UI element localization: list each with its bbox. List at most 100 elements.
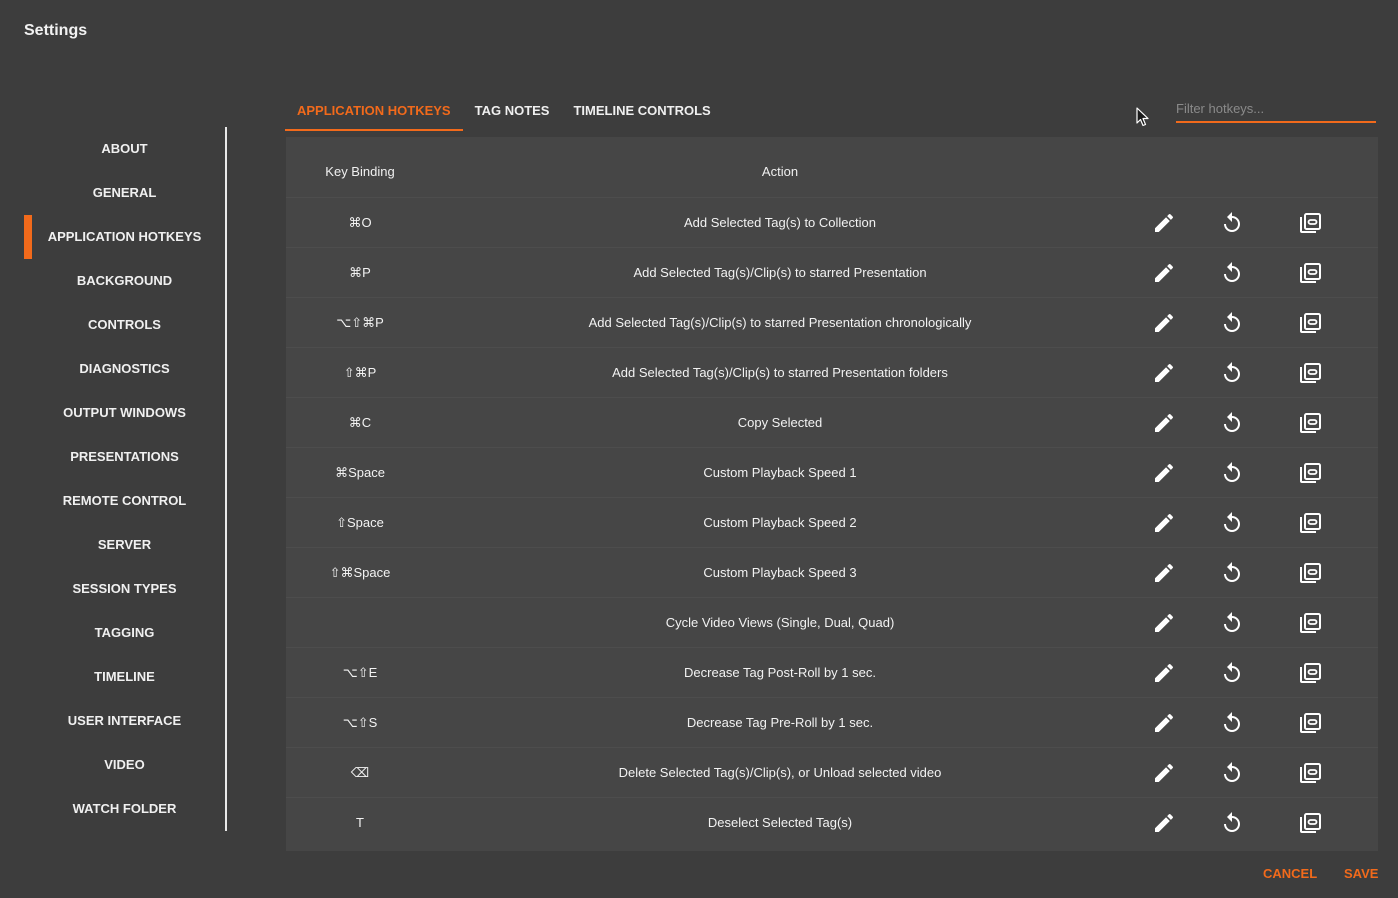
sidebar-item-tagging[interactable]: TAGGING — [24, 611, 225, 655]
reset-icon — [1220, 461, 1244, 485]
tab-tag-notes[interactable]: TAG NOTES — [463, 93, 562, 131]
edit-icon — [1152, 411, 1176, 435]
reset-icon — [1220, 261, 1244, 285]
key-binding-cell: ⌥⇧E — [342, 665, 378, 680]
edit-hotkey-button[interactable] — [1152, 661, 1176, 685]
reset-hotkey-button[interactable] — [1220, 511, 1244, 535]
edit-hotkey-button[interactable] — [1152, 361, 1176, 385]
duplicate-hotkey-button[interactable] — [1298, 661, 1322, 685]
edit-hotkey-button[interactable] — [1152, 211, 1176, 235]
table-row[interactable]: ⌘C Copy Selected — [286, 397, 1378, 447]
save-button[interactable]: SAVE — [1344, 866, 1378, 881]
table-header: Key Binding Action — [286, 137, 1378, 197]
duplicate-hotkey-button[interactable] — [1298, 561, 1322, 585]
edit-icon — [1152, 761, 1176, 785]
reset-hotkey-button[interactable] — [1220, 611, 1244, 635]
key-binding-cell: ⇧Space — [336, 515, 384, 530]
sidebar-item-diagnostics[interactable]: DIAGNOSTICS — [24, 347, 225, 391]
reset-hotkey-button[interactable] — [1220, 761, 1244, 785]
edit-icon — [1152, 661, 1176, 685]
duplicate-hotkey-button[interactable] — [1298, 211, 1322, 235]
table-row[interactable]: ⌘P Add Selected Tag(s)/Clip(s) to starred… — [286, 247, 1378, 297]
sidebar-item-controls[interactable]: CONTROLS — [24, 303, 225, 347]
edit-hotkey-button[interactable] — [1152, 761, 1176, 785]
edit-icon — [1152, 611, 1176, 635]
table-row[interactable]: T Deselect Selected Tag(s) — [286, 797, 1378, 847]
table-row[interactable]: ⇧Space Custom Playback Speed 2 — [286, 497, 1378, 547]
table-row[interactable]: ⌘Space Custom Playback Speed 1 — [286, 447, 1378, 497]
sidebar-item-output-windows[interactable]: OUTPUT WINDOWS — [24, 391, 225, 435]
table-row[interactable]: ⇧⌘P Add Selected Tag(s)/Clip(s) to starre… — [286, 347, 1378, 397]
edit-hotkey-button[interactable] — [1152, 261, 1176, 285]
table-row[interactable]: ⇧⌘Space Custom Playback Speed 3 — [286, 547, 1378, 597]
table-row[interactable]: ⌥⇧S Decrease Tag Pre-Roll by 1 sec. — [286, 697, 1378, 747]
key-binding-cell: ⌘P — [349, 265, 371, 280]
duplicate-hotkey-button[interactable] — [1298, 711, 1322, 735]
reset-hotkey-button[interactable] — [1220, 211, 1244, 235]
duplicate-hotkey-button[interactable] — [1298, 411, 1322, 435]
edit-hotkey-button[interactable] — [1152, 311, 1176, 335]
sidebar-item-presentations[interactable]: PRESENTATIONS — [24, 435, 225, 479]
filter-hotkeys-input[interactable] — [1176, 96, 1376, 123]
edit-icon — [1152, 311, 1176, 335]
sidebar-item-session-types[interactable]: SESSION TYPES — [24, 567, 225, 611]
reset-hotkey-button[interactable] — [1220, 711, 1244, 735]
window-title: Settings — [24, 22, 88, 39]
reset-hotkey-button[interactable] — [1220, 311, 1244, 335]
duplicate-hotkey-button[interactable] — [1298, 361, 1322, 385]
edit-hotkey-button[interactable] — [1152, 511, 1176, 535]
duplicate-hotkey-button[interactable] — [1298, 511, 1322, 535]
reset-icon — [1220, 761, 1244, 785]
sidebar-item-application-hotkeys[interactable]: APPLICATION HOTKEYS — [24, 215, 225, 259]
cancel-button[interactable]: CANCEL — [1263, 866, 1317, 881]
duplicate-hotkey-button[interactable] — [1298, 761, 1322, 785]
sidebar-item-video[interactable]: VIDEO — [24, 743, 225, 787]
edit-hotkey-button[interactable] — [1152, 411, 1176, 435]
action-cell: Copy Selected — [737, 415, 823, 430]
key-binding-cell: ⌘O — [348, 215, 372, 230]
mouse-cursor-icon — [1136, 107, 1149, 127]
sidebar-item-about[interactable]: ABOUT — [24, 127, 225, 171]
tab-application-hotkeys[interactable]: APPLICATION HOTKEYS — [285, 93, 463, 131]
key-binding-cell: ⌘C — [348, 415, 372, 430]
reset-icon — [1220, 311, 1244, 335]
reset-hotkey-button[interactable] — [1220, 661, 1244, 685]
tab-timeline-controls[interactable]: TIMELINE CONTROLS — [561, 93, 722, 131]
key-binding-cell: ⌥⇧⌘P — [336, 315, 384, 330]
duplicate-hotkey-button[interactable] — [1298, 461, 1322, 485]
edit-hotkey-button[interactable] — [1152, 811, 1176, 835]
edit-hotkey-button[interactable] — [1152, 561, 1176, 585]
duplicate-hotkey-button[interactable] — [1298, 311, 1322, 335]
edit-hotkey-button[interactable] — [1152, 611, 1176, 635]
reset-hotkey-button[interactable] — [1220, 411, 1244, 435]
reset-hotkey-button[interactable] — [1220, 261, 1244, 285]
table-row[interactable]: Cycle Video Views (Single, Dual, Quad) — [286, 597, 1378, 647]
duplicate-hotkey-button[interactable] — [1298, 811, 1322, 835]
duplicate-icon — [1298, 711, 1322, 735]
sidebar-item-background[interactable]: BACKGROUND — [24, 259, 225, 303]
duplicate-icon — [1298, 561, 1322, 585]
table-row[interactable]: ⌘O Add Selected Tag(s) to Collection — [286, 197, 1378, 247]
duplicate-icon — [1298, 811, 1322, 835]
edit-hotkey-button[interactable] — [1152, 711, 1176, 735]
sidebar-item-watch-folder[interactable]: WATCH FOLDER — [24, 787, 225, 831]
action-cell: Deselect Selected Tag(s) — [707, 815, 853, 830]
reset-hotkey-button[interactable] — [1220, 461, 1244, 485]
table-row[interactable]: ⌫ Delete Selected Tag(s)/Clip(s), or Unlo… — [286, 747, 1378, 797]
reset-hotkey-button[interactable] — [1220, 561, 1244, 585]
action-cell: Delete Selected Tag(s)/Clip(s), or Unloa… — [618, 765, 942, 780]
table-row[interactable]: ⌥⇧E Decrease Tag Post-Roll by 1 sec. — [286, 647, 1378, 697]
edit-hotkey-button[interactable] — [1152, 461, 1176, 485]
sidebar-item-remote-control[interactable]: REMOTE CONTROL — [24, 479, 225, 523]
sidebar-item-user-interface[interactable]: USER INTERFACE — [24, 699, 225, 743]
sidebar-item-general[interactable]: GENERAL — [24, 171, 225, 215]
duplicate-hotkey-button[interactable] — [1298, 611, 1322, 635]
sidebar-item-timeline[interactable]: TIMELINE — [24, 655, 225, 699]
table-row[interactable]: ⌥⇧⌘P Add Selected Tag(s)/Clip(s) to starr… — [286, 297, 1378, 347]
reset-hotkey-button[interactable] — [1220, 811, 1244, 835]
sidebar-item-server[interactable]: SERVER — [24, 523, 225, 567]
hotkey-tabs: APPLICATION HOTKEYS TAG NOTES TIMELINE CON… — [285, 93, 723, 131]
key-binding-cell: ⌘Space — [335, 465, 385, 480]
duplicate-hotkey-button[interactable] — [1298, 261, 1322, 285]
reset-hotkey-button[interactable] — [1220, 361, 1244, 385]
